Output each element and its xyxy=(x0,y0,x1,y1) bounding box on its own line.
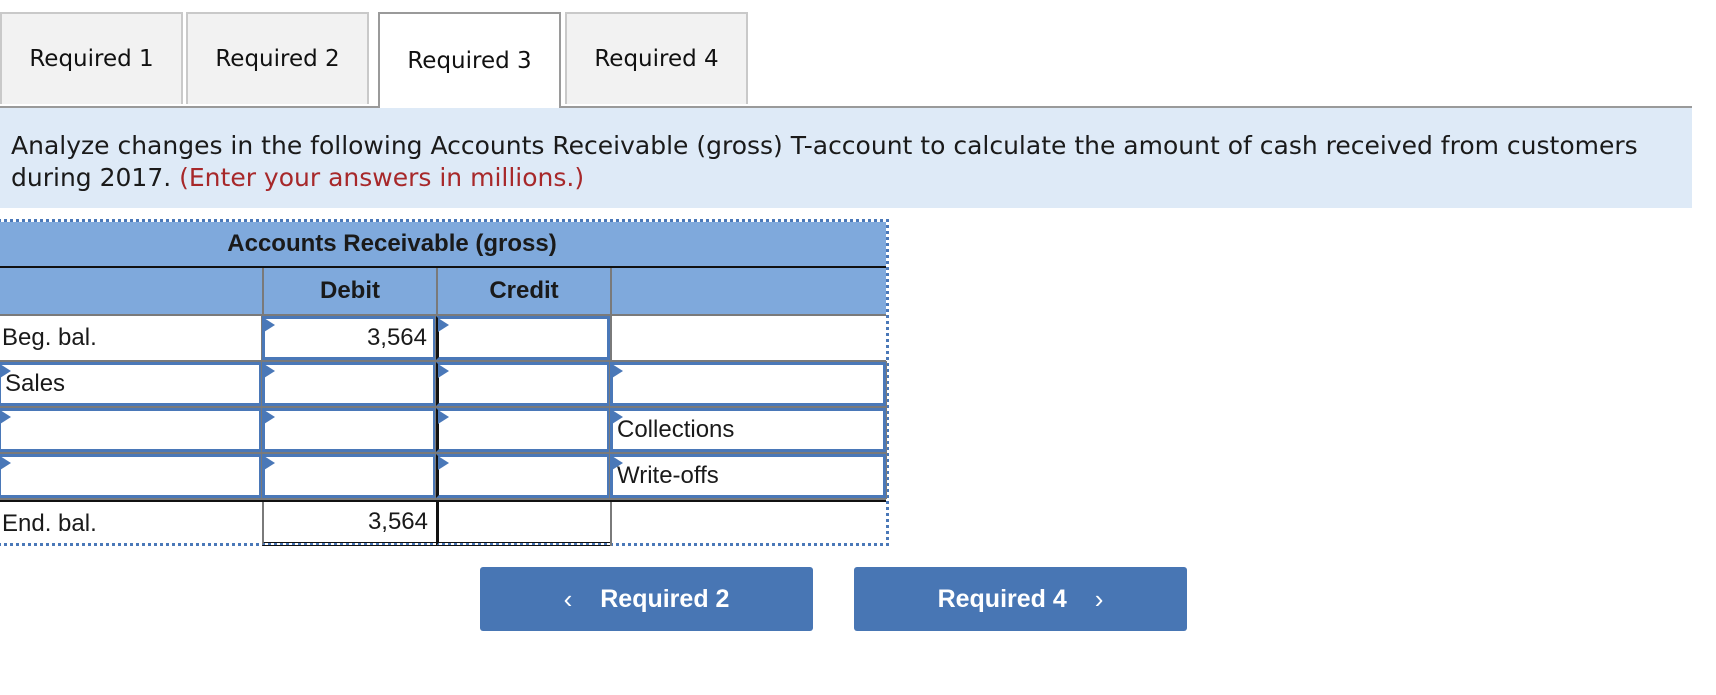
chevron-left-icon: ‹ xyxy=(563,583,573,614)
label-input[interactable] xyxy=(0,453,263,499)
end-balance-debit: 3,564 xyxy=(262,502,436,546)
tab-required-1[interactable]: Required 1 xyxy=(0,12,183,104)
next-button-label: Required 4 xyxy=(937,584,1067,613)
row-description xyxy=(610,316,886,360)
end-balance-credit xyxy=(436,502,610,546)
column-header-row: Debit Credit xyxy=(0,268,886,316)
debit-input[interactable] xyxy=(261,361,437,407)
prev-required-button[interactable]: ‹ Required 2 xyxy=(480,567,813,631)
next-required-button[interactable]: Required 4 › xyxy=(854,567,1187,631)
prev-button-label: Required 2 xyxy=(600,584,730,613)
debit-input[interactable] xyxy=(261,453,437,499)
table-row-end-bal: End. bal. 3,564 xyxy=(0,500,886,546)
description-input[interactable] xyxy=(609,361,887,407)
header-blank xyxy=(0,268,262,314)
credit-input[interactable] xyxy=(435,361,611,407)
credit-input[interactable] xyxy=(435,315,611,361)
debit-input[interactable]: 3,564 xyxy=(261,315,437,361)
tab-required-4[interactable]: Required 4 xyxy=(565,12,748,104)
t-account-title: Accounts Receivable (gross) xyxy=(0,222,886,268)
table-row-write-offs: Write-offs xyxy=(0,453,887,500)
description-input[interactable]: Write-offs xyxy=(609,453,887,499)
header-credit: Credit xyxy=(436,268,610,314)
table-row-beg-bal: Beg. bal. 3,564 xyxy=(0,315,886,362)
label-input[interactable]: Sales xyxy=(0,361,263,407)
tab-required-2[interactable]: Required 2 xyxy=(186,12,369,104)
instructions-hint: (Enter your answers in millions.) xyxy=(179,163,585,192)
header-debit: Debit xyxy=(262,268,436,314)
t-account-title-text: Accounts Receivable (gross) xyxy=(227,230,557,257)
tab-required-3[interactable]: Required 3 xyxy=(378,12,561,108)
chevron-right-icon: › xyxy=(1094,583,1104,614)
credit-input[interactable] xyxy=(435,453,611,499)
header-description xyxy=(610,268,886,314)
row-label: End. bal. xyxy=(2,510,97,537)
description-input[interactable]: Collections xyxy=(609,407,887,453)
debit-input[interactable] xyxy=(261,407,437,453)
table-row-collections: Collections xyxy=(0,407,887,454)
label-input[interactable] xyxy=(0,407,263,453)
row-description xyxy=(610,502,886,546)
table-row-sales: Sales xyxy=(0,361,887,408)
t-account-table: Accounts Receivable (gross) Debit Credit… xyxy=(0,219,889,546)
row-label: Beg. bal. xyxy=(2,324,97,351)
instructions-panel: Analyze changes in the following Account… xyxy=(0,106,1692,208)
credit-input[interactable] xyxy=(435,407,611,453)
